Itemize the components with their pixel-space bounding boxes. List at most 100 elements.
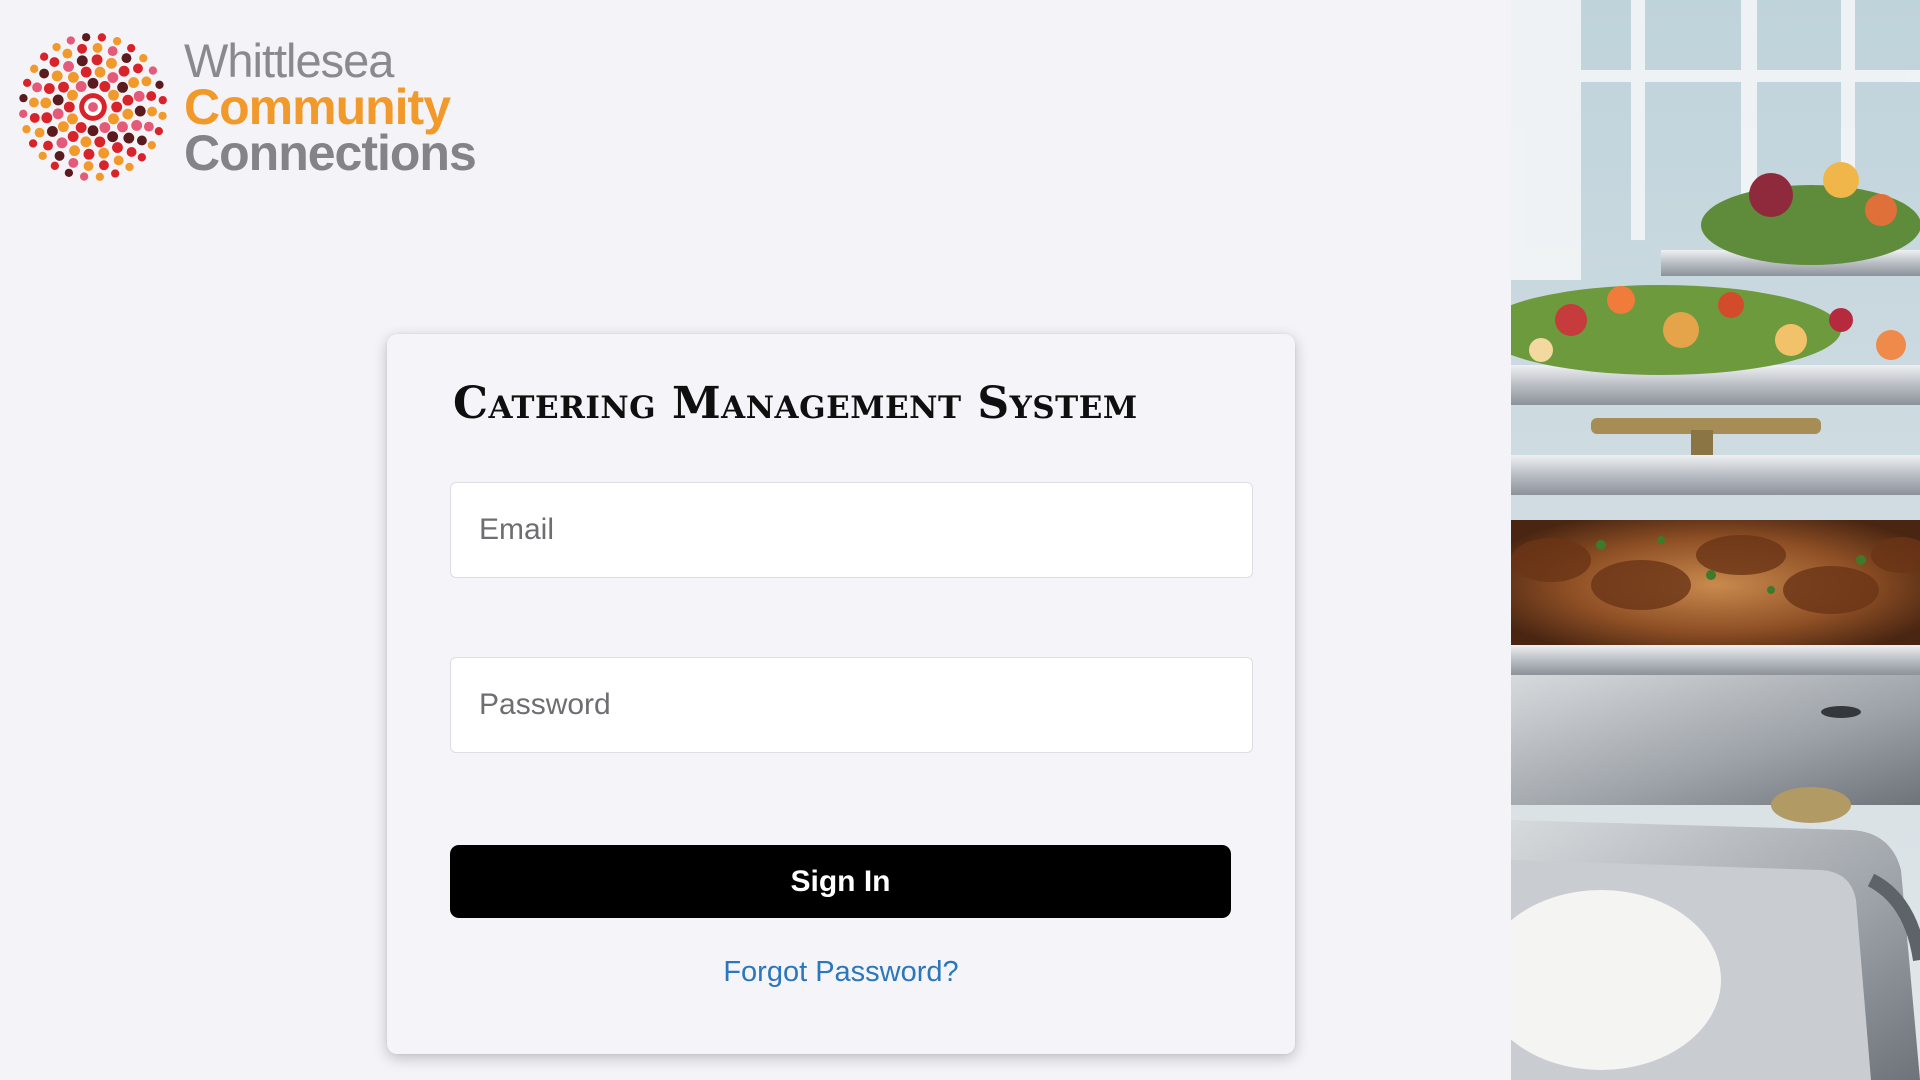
logo-dot (128, 77, 140, 88)
logo-dot (49, 57, 60, 67)
logo-dot (118, 65, 130, 77)
brand-line-whittlesea: Whittlesea (184, 33, 394, 87)
logo-dot (34, 127, 45, 138)
logo-dot (155, 80, 164, 89)
logo-dot (111, 101, 123, 113)
logo-dot (87, 125, 99, 137)
logo-dot (108, 113, 119, 125)
logo-dot (131, 120, 143, 131)
logo-sunburst-icon (19, 33, 167, 181)
logo-dot (113, 155, 124, 166)
logo-dot (117, 81, 129, 93)
brand-name: Whittlesea Community Connections (184, 33, 477, 181)
logo-dot (107, 131, 119, 143)
logo-dot (94, 136, 106, 148)
logo-dot (98, 160, 109, 171)
brand-logo: Whittlesea Community Connections (14, 28, 477, 186)
logo-dot (133, 90, 145, 102)
logo-dot (111, 169, 120, 178)
logo-dot (62, 48, 73, 59)
logo-dot (122, 108, 134, 120)
logo-dot (46, 126, 58, 137)
logo-dot (50, 161, 59, 170)
logo-dot (58, 81, 69, 93)
login-page: Whittlesea Community Connections Caterin… (0, 0, 1920, 1080)
logo-dot (106, 57, 117, 69)
catering-photo (1511, 0, 1920, 1080)
logo-dot (64, 168, 74, 177)
catering-photo-image (1511, 0, 1920, 1080)
logo-dot (83, 148, 95, 160)
logo-dot (76, 55, 88, 67)
brand-line-connections: Connections (184, 124, 477, 181)
logo-dot (19, 93, 28, 103)
logo-dot (143, 121, 154, 132)
logo-dot (122, 94, 134, 106)
logo-dot (112, 37, 122, 46)
logo-dot (127, 44, 136, 53)
logo-dot (67, 71, 79, 83)
password-field[interactable] (450, 657, 1253, 753)
logo-dot (67, 89, 78, 101)
logo-dot (52, 42, 61, 52)
logo-dot (28, 139, 38, 148)
logo-dot (83, 161, 94, 172)
logo-dot (87, 77, 99, 89)
logo-dot (63, 101, 75, 113)
logo-dot (79, 172, 89, 181)
logo-dot (68, 157, 79, 168)
logo-dot (51, 70, 63, 82)
logo-dot (52, 108, 64, 120)
logo-dot (126, 147, 137, 157)
logo-dot (32, 82, 43, 93)
logo-dot (108, 89, 119, 101)
logo-dot (77, 43, 88, 54)
logo-dot (123, 132, 135, 144)
logo-dot (41, 112, 53, 124)
login-card: Catering Management System Sign In Forgo… (387, 334, 1295, 1054)
logo-dot (75, 122, 87, 133)
logo-dot (158, 96, 167, 105)
logo-dot (43, 140, 53, 151)
logo-dot (38, 151, 47, 160)
logo-dot (69, 145, 80, 157)
logo-dot (30, 64, 39, 73)
logo-dot (107, 72, 119, 83)
logo-dot (23, 78, 32, 88)
logo-dot (112, 142, 123, 154)
logo-dot (154, 126, 163, 136)
logo-dot (63, 60, 74, 72)
logo-dot (43, 83, 55, 94)
logo-dot (147, 106, 158, 117)
email-field[interactable] (450, 482, 1253, 578)
logo-dot (92, 42, 103, 53)
logo-dot (97, 33, 107, 42)
logo-dot (80, 136, 92, 148)
sign-in-button[interactable]: Sign In (450, 845, 1231, 918)
logo-dot (147, 141, 156, 150)
logo-dot (99, 122, 111, 133)
logo-dot (19, 109, 28, 118)
logo-dot (80, 66, 92, 78)
logo-dot (28, 97, 39, 108)
logo-dot (137, 153, 146, 162)
brand-line-community: Community (184, 78, 451, 135)
logo-dot (146, 91, 157, 102)
logo-dot (66, 36, 75, 45)
forgot-password-link[interactable]: Forgot Password? (387, 956, 1295, 989)
logo-dot (99, 81, 111, 92)
logo-dot (121, 53, 132, 64)
logo-dot (91, 54, 103, 66)
logo-dot (148, 66, 158, 75)
logo-dot (29, 112, 40, 123)
logo-centre (88, 102, 98, 112)
logo-dot (139, 54, 148, 63)
logo-dot (56, 137, 68, 149)
logo-dot (54, 150, 65, 161)
logo-dot (40, 97, 52, 109)
logo-dot (117, 121, 128, 133)
logo-dot (67, 113, 78, 125)
logo-dot (67, 131, 79, 142)
logo-dot (98, 147, 110, 159)
logo-dot (82, 33, 91, 42)
